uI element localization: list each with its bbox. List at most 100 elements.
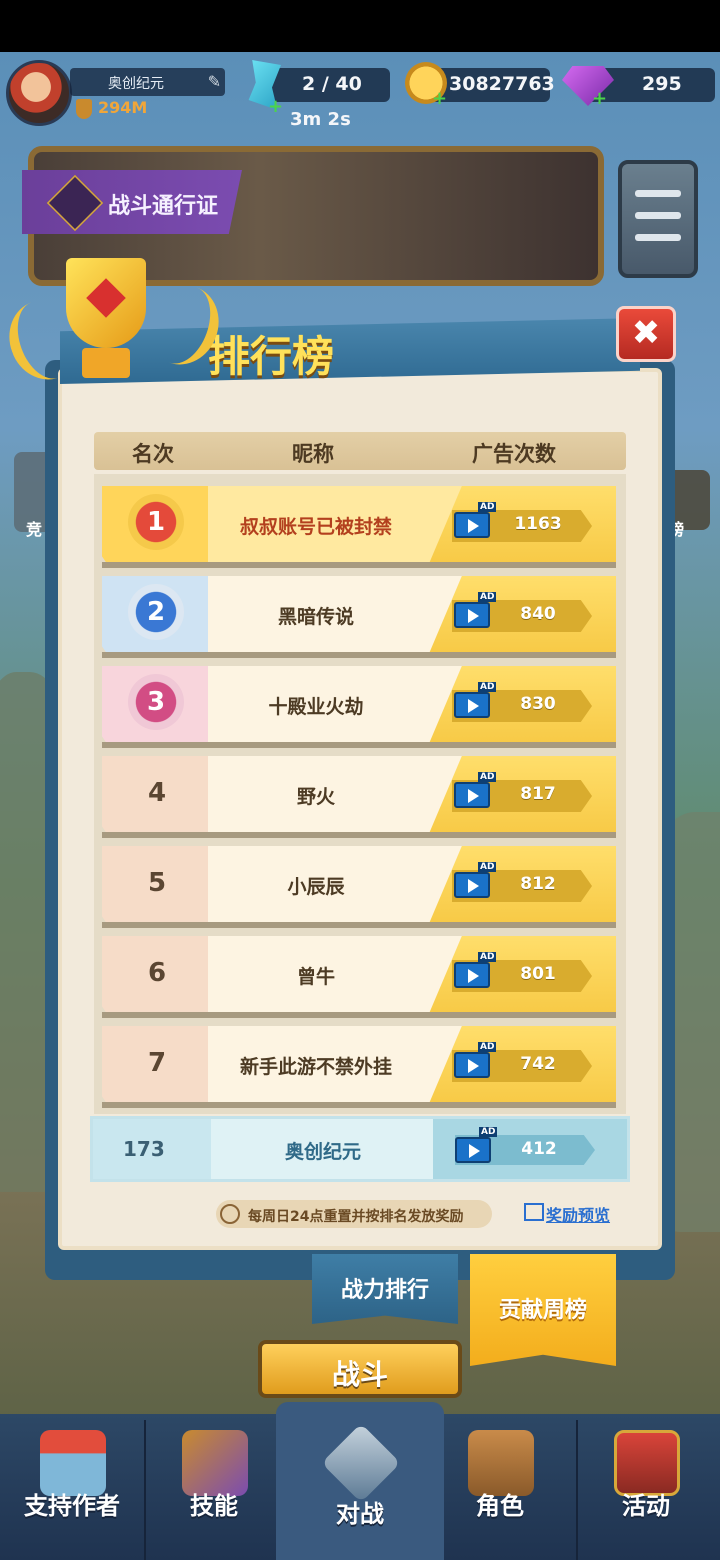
ad-tag: AD [478, 1042, 497, 1052]
row-nickname: 曾牛 [296, 966, 335, 988]
ad-tag: AD [478, 592, 497, 602]
video-ad-icon [454, 692, 490, 718]
ad-tag: AD [478, 952, 497, 962]
row-edge [102, 1102, 616, 1108]
leaderboard-row[interactable]: 2 黑暗传说 AD 840 [102, 576, 616, 658]
leaderboard-row[interactable]: 3 十殿业火劫 AD 830 [102, 666, 616, 748]
row-ad-count: 812 [520, 874, 556, 894]
row-edge [102, 562, 616, 568]
tab-weekly-contribution[interactable]: 贡献周榜 [470, 1254, 616, 1366]
player-name-box: 奥创纪元 ✎ [70, 68, 225, 96]
row-ad-count: 742 [520, 1054, 556, 1074]
video-ad-icon [455, 1137, 491, 1163]
row-edge [102, 742, 616, 748]
leaderboard-row[interactable]: 5 小辰辰 AD 812 [102, 846, 616, 928]
nav-item-support-author[interactable]: 支持作者 [2, 1414, 142, 1560]
video-ad-icon [454, 962, 490, 988]
gems-value: 295 [642, 73, 682, 95]
add-energy-icon[interactable]: + [268, 98, 283, 116]
edit-name-icon[interactable]: ✎ [208, 72, 221, 91]
row-edge [102, 1012, 616, 1018]
row-ad-count: 801 [520, 964, 556, 984]
row-edge [102, 652, 616, 658]
hamburger-icon-line [635, 212, 681, 219]
top-status-bar: 奥创纪元 ✎ 294M + 2 / 40 3m 2s + 30827763 + … [0, 52, 720, 136]
tab-weekly-contribution-label: 贡献周榜 [498, 1298, 587, 1323]
reset-note-text: 每周日24点重置并按排名发放奖励 [248, 1209, 464, 1225]
hamburger-icon-line [635, 190, 681, 197]
ad-tag: AD [478, 862, 497, 872]
header-rank: 名次 [132, 442, 174, 466]
coins-value: 30827763 [449, 73, 555, 95]
video-ad-icon [454, 1052, 490, 1078]
row-ad-count: 830 [520, 694, 556, 714]
row-edge [102, 922, 616, 928]
fight-button[interactable]: 战斗 [258, 1340, 462, 1398]
video-ad-icon [454, 512, 490, 538]
close-button[interactable]: ✖ [616, 306, 676, 362]
row-rank: 6 [147, 958, 167, 988]
reward-preview-link[interactable]: 奖励预览 [546, 1202, 610, 1226]
leaderboard-row[interactable]: 1 叔叔账号已被封禁 AD 1163 [102, 486, 616, 568]
player-name: 奥创纪元 [108, 76, 164, 92]
ad-tag: AD [478, 682, 497, 692]
trophy-icon [46, 258, 164, 390]
energy-timer: 3m 2s [290, 109, 351, 130]
ad-tag: AD [478, 772, 497, 782]
gift-icon[interactable] [524, 1203, 544, 1221]
clock-icon [220, 1204, 240, 1224]
nav-label: 支持作者 [24, 1492, 120, 1520]
nav-item-skills[interactable]: 技能 [144, 1414, 284, 1560]
leaderboard-title: 排行榜 [208, 332, 335, 381]
header-ad-count: 广告次数 [472, 442, 556, 466]
my-nickname: 奥创纪元 [284, 1141, 361, 1163]
row-rank: 4 [147, 778, 167, 808]
nav-label: 技能 [190, 1492, 238, 1520]
nav-item-character[interactable]: 角色 [430, 1414, 570, 1560]
bronze-medal-icon: 3 [128, 674, 184, 730]
add-gems-icon[interactable]: + [592, 90, 607, 108]
row-rank: 5 [147, 868, 167, 898]
add-coins-icon[interactable]: + [432, 90, 447, 108]
nav-item-battle[interactable]: 对战 [290, 1414, 430, 1560]
my-rank: 173 [123, 1137, 165, 1161]
gold-medal-icon: 1 [128, 494, 184, 550]
nav-label: 活动 [622, 1492, 670, 1520]
nav-item-events[interactable]: 活动 [576, 1414, 716, 1560]
side-arena-label: 竞 [26, 520, 43, 539]
tab-power-ranking[interactable]: 战力排行 [312, 1254, 458, 1324]
row-ad-count: 1163 [514, 514, 562, 534]
row-nickname: 十殿业火劫 [268, 696, 364, 718]
my-rank-row[interactable]: 173 奥创纪元 AD 412 [90, 1116, 630, 1182]
leaderboard-row[interactable]: 4 野火 AD 817 [102, 756, 616, 838]
leaderboard-row[interactable]: 6 曾牛 AD 801 [102, 936, 616, 1018]
row-rank: 7 [147, 1048, 167, 1078]
energy-value: 2 / 40 [302, 73, 362, 95]
row-ad-count: 840 [520, 604, 556, 624]
battle-pass-label: 战斗通行证 [108, 194, 219, 219]
fight-button-label: 战斗 [331, 1358, 388, 1391]
row-nickname: 野火 [296, 786, 335, 808]
nav-label: 角色 [476, 1492, 524, 1520]
silver-medal-icon: 2 [128, 584, 184, 640]
row-nickname: 黑暗传说 [277, 606, 354, 628]
header-nickname: 昵称 [292, 442, 334, 466]
row-ad-count: 817 [520, 784, 556, 804]
video-ad-icon [454, 602, 490, 628]
crossed-swords-icon [321, 1423, 401, 1503]
my-ad-count: 412 [521, 1139, 557, 1159]
leaderboard-row[interactable]: 7 新手此游不禁外挂 AD 742 [102, 1026, 616, 1108]
power-value: 294M [98, 98, 148, 117]
ad-tag: AD [478, 502, 497, 512]
player-power: 294M [76, 98, 206, 122]
tab-power-ranking-label: 战力排行 [340, 1278, 429, 1303]
trophy-base [82, 348, 130, 378]
row-edge [102, 832, 616, 838]
ad-tag: AD [479, 1127, 498, 1137]
menu-button[interactable] [618, 160, 698, 278]
leaderboard-header: 名次 昵称 广告次数 [94, 432, 626, 470]
video-ad-icon [454, 872, 490, 898]
shield-icon [76, 99, 92, 119]
player-avatar[interactable] [6, 60, 72, 126]
row-nickname: 新手此游不禁外挂 [239, 1056, 392, 1078]
